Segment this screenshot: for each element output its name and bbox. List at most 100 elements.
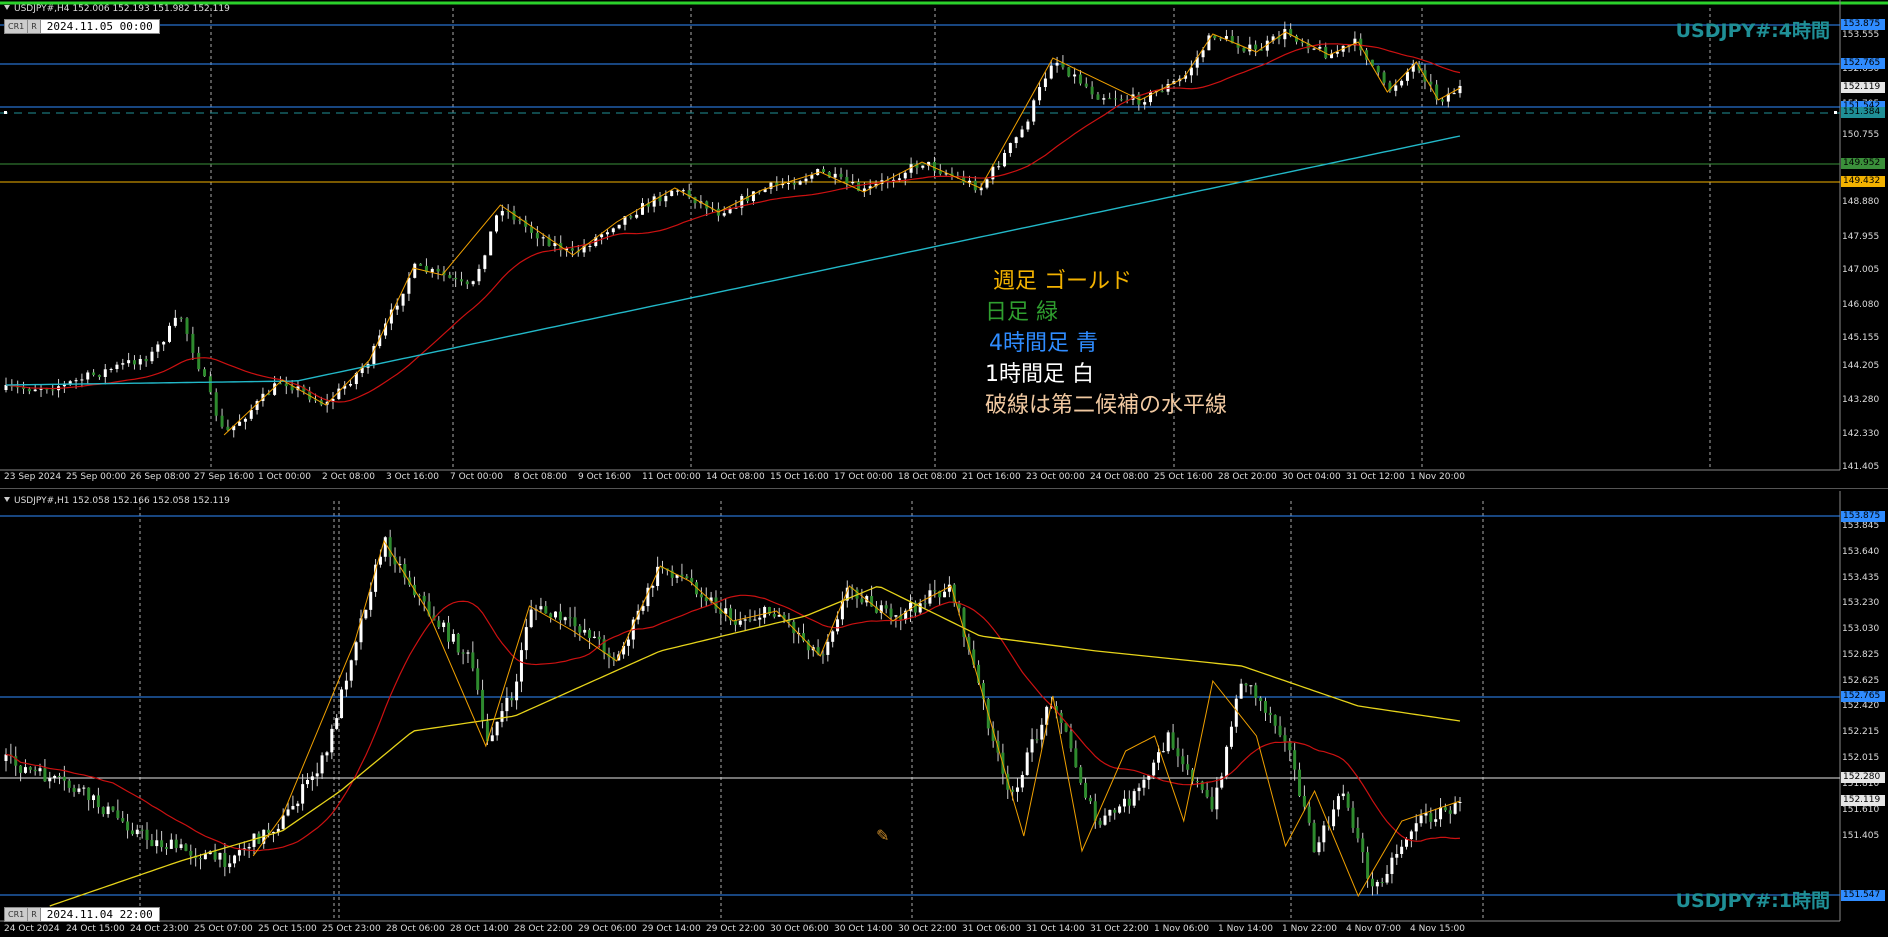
candle-body bbox=[685, 576, 689, 579]
candle-body bbox=[80, 379, 84, 381]
collapse-triangle-icon[interactable] bbox=[4, 5, 10, 10]
chart-pane-h4[interactable]: USDJPY#,H4 152.006 152.193 151.982 152.1… bbox=[0, 0, 1888, 489]
candle-body bbox=[1181, 756, 1185, 765]
candle-body bbox=[578, 626, 582, 633]
candle-body bbox=[839, 173, 843, 177]
candle-body bbox=[1278, 725, 1282, 736]
price-chart-h4[interactable] bbox=[0, 0, 1888, 488]
candle-body bbox=[349, 660, 353, 681]
candle-body bbox=[629, 216, 633, 218]
candle-body bbox=[228, 863, 232, 868]
candle-body bbox=[1225, 746, 1229, 777]
y-tick-label: 153.845 bbox=[1842, 521, 1880, 531]
candle-body bbox=[160, 840, 164, 848]
candle-body bbox=[471, 652, 475, 669]
candle-body bbox=[549, 613, 553, 618]
candle-body bbox=[135, 829, 139, 835]
candle-body bbox=[786, 182, 790, 184]
x-tick-label: 24 Oct 15:00 bbox=[66, 924, 125, 934]
candle-body bbox=[1003, 152, 1007, 167]
candle-body bbox=[1026, 121, 1030, 130]
date-stamp-h4: CR1 R 2024.11.05 00:00 bbox=[4, 19, 160, 34]
x-tick-label: 26 Sep 08:00 bbox=[130, 472, 191, 482]
chart-pane-h1[interactable]: USDJPY#,H1 152.058 152.166 152.058 152.1… bbox=[0, 491, 1888, 937]
candle-body bbox=[115, 364, 119, 370]
price-chart-h1[interactable] bbox=[0, 491, 1888, 937]
y-tick-label: 150.755 bbox=[1842, 130, 1880, 140]
candle-body bbox=[519, 650, 523, 682]
price-tag: 152.280 bbox=[1841, 772, 1885, 783]
candle-body bbox=[1268, 712, 1272, 716]
candle-body bbox=[325, 752, 329, 756]
candle-body bbox=[1067, 67, 1071, 77]
cr1-box[interactable]: CR1 bbox=[5, 908, 29, 921]
candle-body bbox=[413, 263, 417, 278]
candle-body bbox=[121, 363, 125, 365]
candle-body bbox=[1452, 93, 1456, 95]
cr1-box[interactable]: CR1 bbox=[5, 20, 29, 33]
candle-body bbox=[1273, 715, 1277, 726]
candle-body bbox=[138, 358, 142, 365]
candle-body bbox=[477, 268, 481, 282]
candle-body bbox=[851, 182, 855, 184]
candle-body bbox=[169, 839, 173, 849]
price-tag: 149.432 bbox=[1841, 176, 1885, 187]
candle-body bbox=[220, 415, 224, 427]
x-tick-label: 29 Oct 22:00 bbox=[706, 924, 765, 934]
candle-body bbox=[1149, 91, 1153, 103]
candle-body bbox=[301, 784, 305, 804]
candle-body bbox=[529, 609, 533, 628]
candle-body bbox=[1090, 86, 1094, 95]
candle-body bbox=[1073, 74, 1077, 77]
candle-body bbox=[1210, 796, 1214, 810]
candle-body bbox=[1248, 44, 1252, 52]
x-tick-label: 15 Oct 16:00 bbox=[770, 472, 829, 482]
y-tick-label: 147.005 bbox=[1842, 265, 1880, 275]
candle-body bbox=[670, 190, 674, 197]
candle-body bbox=[1429, 81, 1433, 85]
candle-body bbox=[296, 803, 300, 807]
ma-line-gold bbox=[49, 586, 1461, 907]
candle-body bbox=[1152, 762, 1156, 776]
candle-body bbox=[1346, 793, 1350, 808]
candle-body bbox=[833, 173, 837, 178]
x-tick-label: 27 Sep 16:00 bbox=[194, 472, 255, 482]
y-tick-label: 153.555 bbox=[1842, 30, 1880, 40]
candle-body bbox=[1161, 751, 1165, 753]
candle-body bbox=[1055, 62, 1059, 66]
candle-body bbox=[238, 421, 242, 426]
y-tick-label: 152.215 bbox=[1842, 727, 1880, 737]
candle-body bbox=[1375, 882, 1379, 887]
r-box[interactable]: R bbox=[28, 20, 41, 33]
candle-body bbox=[57, 775, 61, 777]
x-tick-label: 31 Oct 22:00 bbox=[1090, 924, 1149, 934]
candle-body bbox=[422, 595, 426, 602]
candle-body bbox=[1448, 810, 1452, 814]
candle-body bbox=[1361, 838, 1365, 853]
candle-body bbox=[1317, 842, 1321, 853]
candle-body bbox=[96, 795, 100, 808]
chart-big-title: USDJPY#:4時間 bbox=[1675, 20, 1830, 42]
candle-body bbox=[344, 680, 348, 690]
candle-body bbox=[539, 606, 543, 610]
candle-body bbox=[466, 652, 470, 654]
candle-body bbox=[1102, 98, 1106, 100]
candle-body bbox=[1336, 796, 1340, 810]
candle-body bbox=[28, 767, 32, 770]
candle-body bbox=[897, 178, 901, 180]
candle-body bbox=[92, 795, 96, 801]
candle-body bbox=[1201, 50, 1205, 58]
y-tick-label: 147.955 bbox=[1842, 232, 1880, 242]
ma-line-red bbox=[5, 43, 1461, 403]
y-tick-label: 153.230 bbox=[1842, 598, 1880, 608]
x-tick-label: 18 Oct 08:00 bbox=[898, 472, 957, 482]
collapse-triangle-icon[interactable] bbox=[4, 497, 10, 502]
price-tag: 152.119 bbox=[1841, 795, 1885, 806]
y-tick-label: 148.880 bbox=[1842, 197, 1880, 207]
candle-body bbox=[652, 196, 656, 207]
candle-body bbox=[1293, 750, 1297, 770]
candle-body bbox=[447, 622, 451, 642]
candle-body bbox=[932, 161, 936, 171]
r-box[interactable]: R bbox=[28, 908, 41, 921]
price-tag: 149.952 bbox=[1841, 158, 1885, 169]
